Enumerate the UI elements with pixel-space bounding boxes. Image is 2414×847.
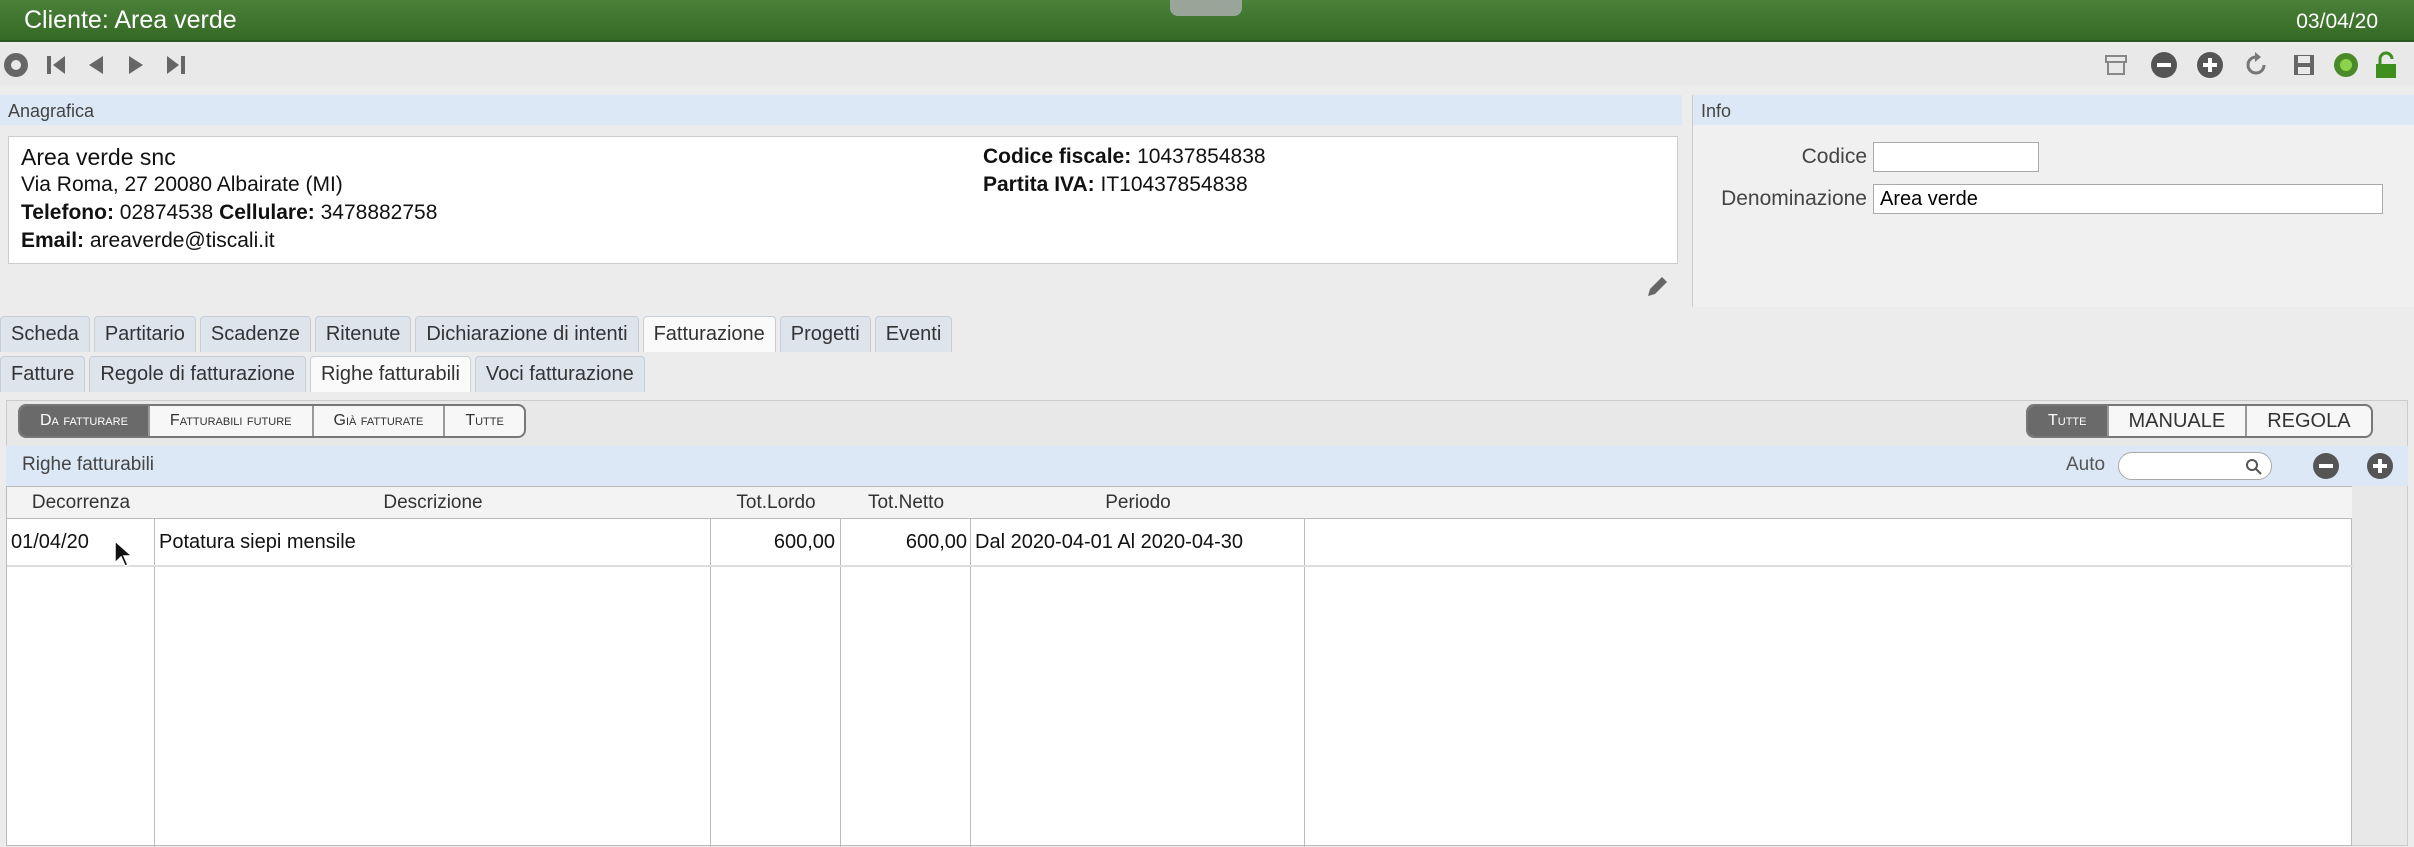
cellulare-value: 3478882758 xyxy=(320,201,438,224)
remove-row-icon[interactable] xyxy=(2312,452,2340,485)
save-icon[interactable] xyxy=(2290,51,2318,79)
cell-lordo: 600,00 xyxy=(773,531,835,553)
refresh-icon[interactable] xyxy=(2242,51,2270,79)
denominazione-field[interactable] xyxy=(1873,184,2383,214)
righe-title: Righe fatturabili xyxy=(22,454,155,475)
tab-ritenute[interactable]: Ritenute xyxy=(314,316,412,352)
toolbar xyxy=(0,44,2414,86)
info-panel: Info Codice Denominazione xyxy=(1692,95,2414,307)
telefono-value: 02874538 xyxy=(119,201,214,224)
filter-tutte[interactable]: Tutte xyxy=(445,406,524,436)
email-label: Email: xyxy=(21,229,85,252)
codice-label: Codice xyxy=(1801,145,1867,168)
header-empty xyxy=(1305,487,2352,519)
cell-periodo: Dal 2020-04-01 Al 2020-04-30 xyxy=(975,531,1243,553)
anagrafica-header: Anagrafica xyxy=(0,95,1682,125)
auto-label: Auto xyxy=(2066,454,2106,475)
search-icon xyxy=(2246,459,2262,475)
header-descrizione[interactable]: Descrizione xyxy=(155,487,711,519)
tab-scadenze[interactable]: Scadenze xyxy=(199,316,311,352)
window-date: 03/04/20 xyxy=(2296,10,2378,33)
search-input[interactable] xyxy=(2118,452,2272,480)
info-header: Info xyxy=(1693,95,2414,125)
filter-type-tutte[interactable]: Tutte xyxy=(2028,406,2109,436)
next-record-icon[interactable] xyxy=(122,51,150,79)
header-tot-netto[interactable]: Tot.Netto xyxy=(841,487,971,519)
tab-voci-fatturazione[interactable]: Voci fatturazione xyxy=(474,356,645,392)
cell-decorrenza: 01/04/20 xyxy=(11,531,89,553)
tab-fatture[interactable]: Fatture xyxy=(0,356,86,392)
tab-fatturazione[interactable]: Fatturazione xyxy=(642,316,776,352)
header-tot-lordo[interactable]: Tot.Lordo xyxy=(711,487,841,519)
piva-label: Partita IVA: xyxy=(983,173,1095,196)
row-divider xyxy=(7,565,2353,567)
main-tabs: Scheda Partitario Scadenze Ritenute Dich… xyxy=(0,316,956,354)
circle-plus-icon[interactable] xyxy=(2,51,30,79)
righe-table: Decorrenza Descrizione Tot.Lordo Tot.Net… xyxy=(6,486,2353,847)
plus-icon[interactable] xyxy=(2196,51,2224,79)
filter-type-regola[interactable]: REGOLA xyxy=(2247,406,2370,436)
window-title: Cliente: Area verde xyxy=(24,6,237,34)
cellulare-label: Cellulare: xyxy=(219,201,315,224)
archive-icon[interactable] xyxy=(2102,51,2130,79)
drag-handle[interactable] xyxy=(1170,0,1242,16)
righe-header: Righe fatturabili Auto xyxy=(6,446,2408,486)
tab-progetti[interactable]: Progetti xyxy=(779,316,871,352)
filter-status: Da fatturare Fatturabili future Già fatt… xyxy=(18,404,526,438)
filter-type-manuale[interactable]: MANUALE xyxy=(2109,406,2248,436)
client-name: Area verde snc xyxy=(21,144,176,170)
email-value: areaverde@tiscali.it xyxy=(89,229,275,252)
client-address: Via Roma, 27 20080 Albairate (MI) xyxy=(21,173,343,196)
status-green-icon[interactable] xyxy=(2332,51,2360,79)
prev-record-icon[interactable] xyxy=(82,51,110,79)
tab-partitario[interactable]: Partitario xyxy=(93,316,196,352)
title-bar: Cliente: Area verde 03/04/20 xyxy=(0,0,2414,42)
minus-icon[interactable] xyxy=(2150,51,2178,79)
filter-gia-fatturate[interactable]: Già fatturate xyxy=(314,406,446,436)
filter-type: Tutte MANUALE REGOLA xyxy=(2026,404,2373,438)
cell-descrizione: Potatura siepi mensile xyxy=(159,531,356,553)
codice-field[interactable] xyxy=(1873,142,2039,172)
piva-value: IT10437854838 xyxy=(1100,173,1248,196)
first-record-icon[interactable] xyxy=(42,51,70,79)
filter-da-fatturare[interactable]: Da fatturare xyxy=(20,406,150,436)
tab-regole-fatturazione[interactable]: Regole di fatturazione xyxy=(89,356,306,392)
anagrafica-panel: Area verde snc Via Roma, 27 20080 Albair… xyxy=(8,136,1678,264)
last-record-icon[interactable] xyxy=(162,51,190,79)
lock-icon[interactable] xyxy=(2372,51,2400,79)
cf-label: Codice fiscale: xyxy=(983,145,1132,168)
telefono-label: Telefono: xyxy=(21,201,114,224)
add-row-icon[interactable] xyxy=(2366,452,2394,485)
mouse-cursor-icon xyxy=(113,539,135,574)
edit-pencil-icon[interactable] xyxy=(1644,274,1670,305)
cell-netto: 600,00 xyxy=(905,531,967,553)
sub-tabs: Fatture Regole di fatturazione Righe fat… xyxy=(0,356,649,394)
denominazione-label: Denominazione xyxy=(1721,187,1867,210)
tab-dichiarazione-intenti[interactable]: Dichiarazione di intenti xyxy=(415,316,639,352)
tab-scheda[interactable]: Scheda xyxy=(0,316,90,352)
cf-value: 10437854838 xyxy=(1137,145,1266,168)
tab-eventi[interactable]: Eventi xyxy=(874,316,953,352)
filter-fatturabili-future[interactable]: Fatturabili future xyxy=(150,406,314,436)
tab-righe-fatturabili[interactable]: Righe fatturabili xyxy=(309,356,471,392)
header-decorrenza[interactable]: Decorrenza xyxy=(7,487,155,519)
header-periodo[interactable]: Periodo xyxy=(971,487,1305,519)
